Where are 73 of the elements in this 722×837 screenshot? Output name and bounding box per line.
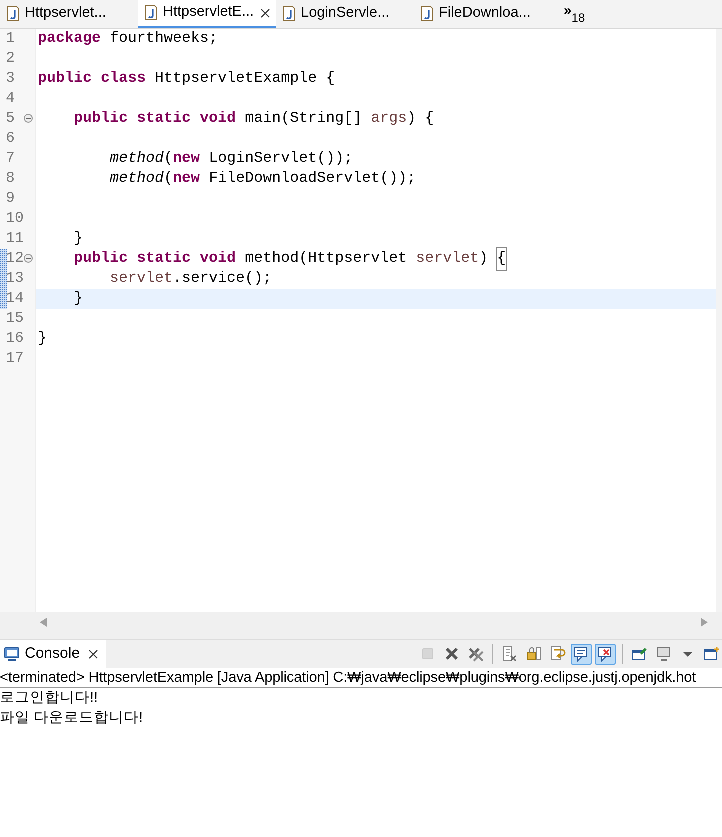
line-number: 6 (5, 128, 16, 149)
collapse-icon[interactable] (24, 254, 33, 263)
keyword: public static void (74, 108, 236, 129)
editor-tab[interactable]: HttpservletE... (138, 0, 276, 28)
console-icon (4, 646, 20, 662)
code-text: } (74, 228, 84, 249)
line-number: 2 (5, 48, 16, 69)
variable-name: servlet (110, 268, 174, 289)
line-number: 3 (5, 68, 16, 89)
keyword: new (173, 148, 200, 169)
monitor-icon (656, 646, 672, 662)
matched-bracket: { (497, 248, 506, 270)
close-icon[interactable] (89, 650, 98, 658)
message-button[interactable] (571, 644, 592, 664)
line-number: 17 (5, 348, 24, 369)
error-message-icon (598, 646, 614, 662)
code-text: fourthweeks; (110, 28, 218, 49)
line-number: 8 (5, 168, 16, 189)
code-text: ( (164, 148, 174, 169)
console-tab[interactable]: Console (0, 640, 106, 668)
line-number: 13 (5, 268, 24, 289)
java-file-icon (282, 6, 296, 22)
method-call: method (110, 168, 164, 189)
console-output-line: 로그인합니다!! (0, 689, 100, 708)
line-number: 4 (5, 88, 16, 109)
variable-name: servlet (416, 248, 480, 269)
editor-tab[interactable]: Httpservlet... (0, 0, 138, 28)
keyword: public static void (74, 248, 236, 269)
console-header: <terminated> HttpservletExample [Java Application] C:₩java₩eclipse₩plugins₩org.eclipse.justj.openjdk.hot (0, 670, 696, 686)
keyword: package (38, 28, 102, 49)
remove-icon (444, 646, 460, 662)
close-icon[interactable] (261, 8, 270, 18)
editor-tab[interactable]: FileDownloa... (414, 0, 552, 28)
line-number: 7 (5, 148, 16, 169)
line-number: 10 (5, 208, 24, 229)
code-text: } (74, 288, 84, 309)
code-text: ) { (407, 108, 434, 129)
line-number: 1 (5, 28, 16, 49)
error-message-button[interactable] (595, 644, 616, 664)
clear-icon (502, 646, 518, 662)
java-file-icon (6, 6, 20, 22)
lock-icon (526, 646, 542, 662)
code-text: method(Httpservlet (245, 248, 408, 269)
collapse-icon[interactable] (24, 114, 33, 123)
java-file-icon (420, 6, 434, 22)
pin-icon (632, 646, 648, 662)
line-number: 14 (5, 288, 24, 309)
line-number: 12 (5, 248, 24, 269)
code-text: } (38, 328, 48, 349)
code-text: ( (164, 168, 174, 189)
new-console-icon (704, 646, 720, 662)
editor-tab[interactable]: LoginServle... (276, 0, 414, 28)
keyword: new (173, 168, 200, 189)
line-number: 11 (5, 228, 24, 249)
remove-all-icon (468, 646, 484, 662)
code-text: .service(); (173, 268, 272, 289)
wrap-icon (550, 646, 566, 662)
line-number: 15 (5, 308, 24, 329)
keyword: public class (38, 68, 146, 89)
code-text: ) (479, 248, 490, 269)
variable-name: args (371, 108, 408, 129)
console-output-line: 파일 다운로드합니다! (0, 709, 144, 728)
java-file-icon (144, 5, 158, 21)
code-text: LoginServlet()); (209, 148, 354, 169)
code-text: FileDownloadServlet()); (209, 168, 416, 189)
method-call: method (110, 148, 164, 169)
line-number: 16 (5, 328, 24, 349)
line-number: 5 (5, 108, 16, 129)
line-number: 9 (5, 188, 16, 209)
code-text: main(String[] (245, 108, 364, 129)
code-text: HttpservletExample { (155, 68, 336, 89)
stop-icon (420, 646, 436, 662)
message-icon (574, 646, 590, 662)
